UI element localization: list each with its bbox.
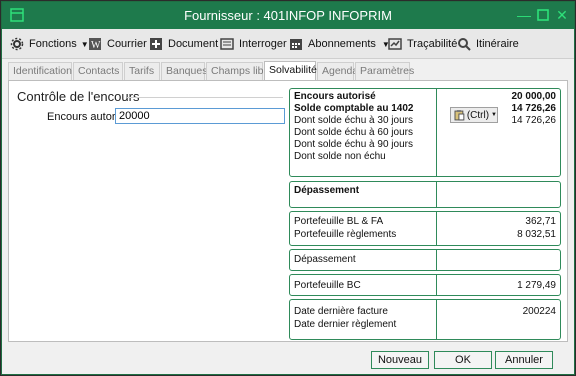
add-document-icon (150, 38, 162, 50)
annuler-button[interactable]: Annuler (495, 351, 553, 369)
title-bar: Fournisseur : 401INFOP INFOPRIM — ✕ (2, 2, 574, 29)
paste-label: (Ctrl) (466, 109, 490, 121)
portefeuille-reglements-label: Portefeuille règlements (294, 229, 397, 240)
tab-solvabilite[interactable]: Solvabilité (264, 61, 317, 80)
window-title: Fournisseur : 401INFOP INFOPRIM (184, 8, 392, 23)
portefeuille-reglements-value: 8 032,51 (517, 229, 556, 240)
letter-icon: W (89, 38, 101, 51)
portefeuille-bc-value: 1 279,49 (517, 280, 556, 291)
traceability-icon (388, 38, 402, 50)
itineraire-button[interactable]: Itinéraire (457, 34, 519, 54)
depassement-label: Dépassement (294, 185, 360, 196)
column-divider (436, 89, 437, 176)
date-facture-label: Date dernière facture (294, 306, 388, 317)
depassement2-label: Dépassement (294, 254, 356, 265)
courrier-label: Courrier (107, 38, 147, 50)
toolbar: Fonctions ▼ W Courrier Document Interrog… (2, 29, 574, 59)
search-icon (458, 38, 471, 51)
column-divider (436, 250, 437, 270)
supplier-window: Fournisseur : 401INFOP INFOPRIM — ✕ Fonc… (1, 1, 575, 375)
encours-section-title: Contrôle de l'encours (17, 89, 140, 104)
summary-label-non-echu: Dont solde non échu (294, 151, 386, 162)
column-divider (436, 182, 437, 207)
clipboard-icon (454, 110, 465, 121)
column-divider (436, 300, 437, 339)
portefeuille-blfa-label: Portefeuille BL & FA (294, 216, 384, 227)
paste-options-button[interactable]: (Ctrl) ▼ (450, 107, 498, 123)
minimize-icon[interactable]: — (515, 6, 533, 24)
svg-text:W: W (91, 40, 101, 51)
itineraire-label: Itinéraire (476, 38, 519, 50)
tab-tarifs[interactable]: Tarifs (124, 62, 160, 80)
interroger-button[interactable]: Interroger (220, 34, 287, 54)
summary-label-solde: Solde comptable au 1402 (294, 103, 414, 114)
summary-value-encours: 20 000,00 (511, 91, 557, 102)
column-divider (436, 275, 437, 295)
tab-banques[interactable]: Banques (161, 62, 207, 80)
nouveau-button[interactable]: Nouveau (371, 351, 429, 369)
maximize-icon[interactable] (534, 6, 552, 24)
date-reglement-label: Date dernier règlement (294, 319, 397, 330)
gear-icon (10, 37, 24, 51)
section-divider (127, 97, 283, 98)
tab-parametres[interactable]: Paramètres (355, 62, 414, 80)
abonnements-menu-button[interactable]: Abonnements ▼ (289, 34, 390, 54)
chevron-down-icon: ▼ (491, 112, 497, 118)
interroger-label: Interroger (239, 38, 287, 50)
document-button[interactable]: Document (149, 34, 218, 54)
summary-label-90j: Dont solde échu à 90 jours (294, 139, 413, 150)
document-label: Document (168, 38, 219, 50)
encours-autorise-input[interactable] (115, 108, 285, 124)
date-facture-value: 200224 (522, 306, 556, 317)
fonctions-label: Fonctions (29, 38, 77, 50)
tracabilite-label: Traçabilité (407, 38, 458, 50)
calendar-icon (290, 39, 302, 50)
ok-button[interactable]: OK (434, 351, 492, 369)
summary-label-60j: Dont solde échu à 60 jours (294, 127, 413, 138)
tab-champs-libres[interactable]: Champs libres (206, 62, 278, 80)
column-divider (436, 212, 437, 245)
tab-agenda[interactable]: Agenda (317, 62, 358, 80)
tracabilite-button[interactable]: Traçabilité (388, 34, 457, 54)
close-icon[interactable]: ✕ (553, 6, 571, 24)
tab-contacts[interactable]: Contacts (73, 62, 123, 80)
fonctions-menu-button[interactable]: Fonctions ▼ (10, 34, 89, 54)
summary-label-encours: Encours autorisé (294, 91, 376, 102)
summary-label-30j: Dont solde échu à 30 jours (294, 115, 413, 126)
portefeuille-bc-label: Portefeuille BC (294, 280, 361, 291)
abonnements-label: Abonnements (308, 38, 376, 50)
courrier-button[interactable]: W Courrier (88, 34, 147, 54)
portefeuille-blfa-value: 362,71 (525, 216, 556, 227)
tab-identification[interactable]: Identification (8, 62, 72, 80)
query-icon (220, 38, 234, 50)
